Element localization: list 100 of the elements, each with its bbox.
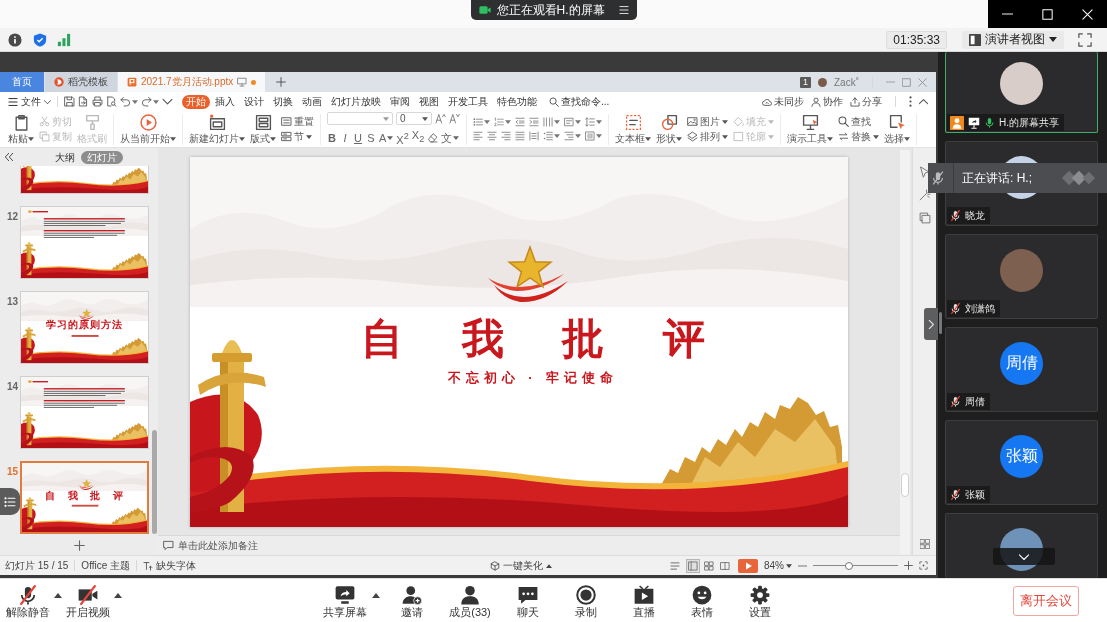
font-color-button[interactable]: A — [379, 131, 394, 144]
find-button[interactable]: 查找 — [838, 116, 879, 127]
collaborate-button[interactable]: 协作 — [811, 94, 843, 109]
scrollbar-thumb[interactable] — [901, 473, 909, 497]
slide-thumbnail[interactable]: 学习的原则方法 — [20, 291, 149, 364]
paste-button[interactable]: 粘贴 — [8, 114, 34, 144]
settings-button[interactable]: 设置 — [731, 585, 789, 618]
save-icon[interactable] — [64, 96, 75, 107]
print-preview-icon[interactable] — [106, 96, 117, 107]
info-icon[interactable] — [8, 32, 22, 47]
redo-icon[interactable] — [141, 96, 152, 107]
file-menu[interactable]: 文件 — [8, 94, 51, 109]
strikethrough-button[interactable]: S — [366, 131, 376, 144]
ribbon-tab[interactable]: 插入 — [211, 94, 239, 109]
dropdown-caret-icon[interactable] — [153, 99, 159, 104]
export-icon[interactable] — [78, 96, 89, 107]
user-name[interactable]: Zack˚ — [834, 76, 859, 88]
grid-icon[interactable] — [919, 539, 930, 549]
scrollbar[interactable] — [152, 430, 157, 534]
unmute-button[interactable]: 解除静音 — [5, 585, 51, 618]
slide-thumbnail[interactable] — [20, 166, 149, 194]
shapes-button[interactable]: 形状 — [656, 114, 682, 144]
undo-icon[interactable] — [120, 96, 131, 107]
slide-thumbnail[interactable]: 自 我 批 评 — [20, 461, 149, 534]
scrollbar[interactable] — [900, 150, 910, 555]
document-tab[interactable]: 稻壳模板 — [45, 72, 117, 92]
ribbon-tab[interactable]: 切换 — [269, 94, 297, 109]
magic-wand-icon[interactable] — [918, 189, 931, 201]
scrollbar[interactable] — [939, 312, 942, 334]
user-avatar[interactable] — [818, 77, 827, 87]
vertical-text-button[interactable] — [585, 131, 602, 141]
slide-thumbnail[interactable] — [20, 376, 149, 449]
fit-window-icon[interactable] — [919, 561, 928, 570]
ribbon-tab[interactable]: 幻灯片放映 — [327, 94, 385, 109]
font-size-field[interactable]: 0 — [396, 112, 432, 126]
shield-icon[interactable] — [33, 32, 47, 47]
paragraph-spacing-button[interactable] — [543, 131, 560, 141]
chevron-up-icon[interactable] — [919, 97, 928, 106]
reactions-button[interactable]: 表情 — [673, 585, 731, 618]
caret-up-icon[interactable] — [114, 593, 122, 598]
ribbon-tab[interactable]: 视图 — [415, 94, 443, 109]
clear-format-button[interactable] — [427, 132, 439, 143]
new-tab-icon[interactable] — [276, 77, 287, 87]
command-search-field[interactable]: 查找命令... — [549, 96, 619, 107]
monitor-icon[interactable] — [237, 77, 248, 87]
dropdown-caret-icon[interactable] — [132, 99, 138, 104]
font-grow-icon[interactable] — [435, 113, 446, 125]
caret-up-icon[interactable] — [372, 593, 380, 598]
ribbon-tab[interactable]: 特色功能 — [493, 94, 541, 109]
notes-view-icon[interactable] — [670, 560, 680, 571]
live-button[interactable]: 直播 — [615, 585, 673, 618]
increase-indent-button[interactable] — [529, 117, 539, 127]
slide-sorter-button[interactable] — [702, 558, 716, 573]
sync-status-button[interactable]: 未同步 — [762, 94, 804, 109]
add-slide-icon[interactable] — [73, 539, 85, 551]
subscript-button[interactable]: X$_{2}$ — [411, 129, 425, 146]
underline-button[interactable]: U — [353, 131, 363, 144]
home-tab[interactable]: 首页 — [0, 72, 44, 92]
columns-button[interactable] — [543, 117, 560, 127]
list-levels-button[interactable] — [564, 131, 581, 141]
notification-badge[interactable]: 1 — [800, 76, 811, 88]
play-slideshow-icon[interactable] — [738, 558, 758, 573]
phonetic-guide-button[interactable]: 文 — [441, 131, 460, 144]
section-button[interactable]: 节 — [281, 131, 314, 142]
italic-button[interactable]: I — [340, 131, 350, 144]
zoom-in-icon[interactable] — [904, 561, 913, 570]
members-button[interactable]: 成员(33) — [441, 585, 499, 618]
caret-up-icon[interactable] — [54, 593, 62, 598]
distribute-button[interactable] — [529, 131, 539, 141]
select-button[interactable]: 选择 — [884, 114, 910, 144]
start-video-button[interactable]: 开启视频 — [65, 585, 111, 618]
font-name-field[interactable] — [327, 112, 393, 126]
copy-icon[interactable] — [918, 212, 931, 224]
align-right-button[interactable] — [501, 131, 511, 141]
layout-button[interactable]: 版式 — [250, 114, 276, 144]
bullet-list-button[interactable] — [473, 117, 490, 127]
signal-icon[interactable] — [57, 32, 71, 47]
justify-button[interactable] — [515, 131, 525, 141]
panel-tab[interactable]: 大纲 — [49, 150, 81, 164]
reset-button[interactable]: 重置 — [281, 116, 314, 127]
beautify-button[interactable]: 一键美化 — [490, 558, 552, 573]
line-spacing-button[interactable] — [585, 117, 602, 127]
missing-fonts-button[interactable]: 缺失字体 — [143, 558, 197, 573]
ribbon-tab[interactable]: 审阅 — [386, 94, 414, 109]
slide-thumbnail[interactable] — [20, 206, 149, 279]
collapse-handle[interactable] — [924, 308, 938, 340]
maximize-icon[interactable] — [1042, 8, 1053, 20]
chevron-down-icon[interactable] — [162, 96, 173, 107]
normal-view-button[interactable] — [686, 558, 700, 573]
text-align-button[interactable] — [564, 117, 581, 127]
align-left-button[interactable] — [473, 131, 483, 141]
picture-button[interactable]: 图片 — [687, 116, 728, 127]
view-mode-dropdown[interactable]: 演讲者视图 — [962, 30, 1064, 49]
collapse-panel-icon[interactable] — [5, 153, 13, 161]
invite-button[interactable]: 邀请 — [383, 585, 441, 618]
align-center-button[interactable] — [487, 131, 497, 141]
bold-button[interactable]: B — [327, 131, 337, 144]
share-button[interactable]: 分享 — [850, 94, 882, 109]
ribbon-tab[interactable]: 开发工具 — [444, 94, 492, 109]
more-icon[interactable] — [909, 96, 912, 107]
